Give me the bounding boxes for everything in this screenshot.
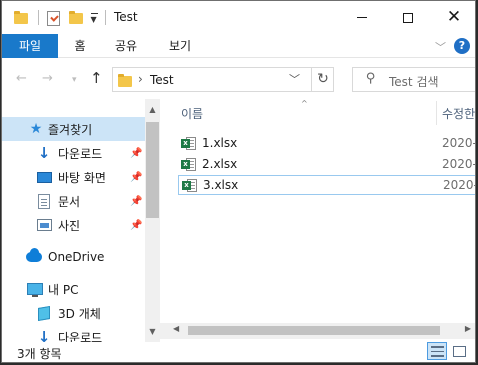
search-placeholder: Test 검색 — [389, 75, 439, 89]
large-icons-view-icon — [452, 345, 466, 357]
close-icon: ✕ — [446, 7, 462, 27]
nav-item-label: 바탕 화면 — [58, 170, 106, 185]
toolbar-divider — [105, 10, 106, 25]
pin-icon: 📌 — [130, 195, 143, 207]
column-divider[interactable] — [436, 101, 437, 125]
maximize-button[interactable] — [385, 1, 431, 34]
3d-objects-icon — [36, 305, 52, 321]
document-icon — [36, 193, 52, 209]
file-list-pane: ^ 이름 수정한 x 1.xlsx 2020- x 2.xlsx 2020- x… — [160, 99, 476, 342]
nav-item-label: OneDrive — [48, 250, 105, 264]
window-title: Test — [114, 10, 138, 24]
nav-item-label: 즐겨찾기 — [48, 122, 93, 137]
navigation-pane: ★ 즐겨찾기 ↓ 다운로드 📌 바탕 화면 📌 문서 📌 사진 📌 OneDri… — [2, 99, 160, 342]
title-bar: ▼ Test ✕ — [2, 1, 475, 34]
desktop-icon — [36, 169, 52, 185]
nav-item-label: 3D 개체 — [58, 306, 101, 321]
file-row[interactable]: x 2.xlsx 2020- — [178, 155, 476, 175]
folder-icon — [12, 9, 30, 27]
nav-item-quick-access[interactable]: ★ 즐겨찾기 — [2, 117, 145, 141]
minimize-icon — [357, 17, 367, 18]
scrollbar-thumb[interactable] — [188, 326, 440, 335]
star-icon: ★ — [29, 121, 43, 137]
nav-item-pictures[interactable]: 사진 📌 — [2, 213, 145, 237]
scroll-up-icon[interactable]: ▲ — [145, 103, 160, 117]
address-history-dropdown-icon[interactable]: ﹀ — [289, 71, 300, 87]
download-icon: ↓ — [37, 328, 51, 342]
forward-button[interactable]: → — [42, 71, 53, 86]
details-view-button[interactable] — [427, 342, 447, 360]
nav-item-label: 다운로드 — [58, 146, 103, 161]
nav-item-onedrive[interactable]: OneDrive — [2, 245, 145, 269]
excel-file-icon: x — [181, 136, 196, 151]
scroll-right-icon[interactable]: ▶ — [465, 324, 471, 333]
pin-icon: 📌 — [130, 147, 143, 159]
ribbon-tabs: 파일 홈 공유 보기 ﹀ ? — [2, 34, 475, 58]
pin-icon: 📌 — [130, 219, 143, 231]
nav-item-label: 문서 — [58, 194, 81, 209]
nav-item-documents[interactable]: 문서 📌 — [2, 189, 145, 213]
help-icon[interactable]: ? — [454, 38, 470, 54]
breadcrumb-test[interactable]: Test — [150, 73, 174, 87]
large-icons-view-button[interactable] — [449, 342, 469, 360]
nav-item-label: 다운로드 — [58, 330, 103, 343]
breadcrumb-separator: › — [138, 72, 143, 86]
details-view-icon — [430, 345, 444, 357]
download-icon: ↓ — [37, 144, 51, 162]
maximize-icon — [403, 12, 413, 23]
tab-view[interactable]: 보기 — [164, 34, 196, 58]
up-button[interactable]: ↑ — [90, 69, 103, 87]
tab-home[interactable]: 홈 — [64, 34, 96, 58]
nav-item-downloads-pc[interactable]: ↓ 다운로드 — [2, 325, 145, 342]
column-header-modified[interactable]: 수정한 — [442, 103, 475, 125]
address-bar[interactable]: › Test ﹀ ↻ — [112, 67, 334, 92]
tab-file[interactable]: 파일 — [2, 34, 58, 58]
nav-item-this-pc[interactable]: 내 PC — [2, 277, 145, 301]
file-name: 2.xlsx — [202, 157, 238, 171]
refresh-button[interactable]: ↻ — [311, 68, 334, 91]
excel-file-icon: x — [181, 157, 196, 172]
onedrive-icon — [26, 248, 42, 265]
nav-item-3d-objects[interactable]: 3D 개체 — [2, 301, 145, 325]
scroll-left-icon[interactable]: ◀ — [173, 324, 179, 333]
file-name: 3.xlsx — [203, 178, 239, 192]
search-icon: ⚲ — [366, 71, 376, 86]
tab-share[interactable]: 공유 — [110, 34, 142, 58]
nav-pane-scrollbar[interactable]: ▲ ▼ — [145, 99, 160, 342]
search-box[interactable]: ⚲ Test 검색 — [352, 67, 475, 92]
file-modified: 2020- — [443, 178, 476, 192]
pictures-icon — [36, 217, 52, 233]
file-modified: 2020- — [442, 157, 476, 171]
nav-item-label: 내 PC — [48, 282, 79, 297]
file-row[interactable]: x 3.xlsx 2020- — [178, 175, 476, 195]
scrollbar-thumb[interactable] — [146, 122, 159, 218]
file-explorer-window: ▼ Test ✕ 파일 홈 공유 보기 ﹀ ? ← → ▾ ↑ › Test ﹀… — [1, 0, 476, 363]
new-folder-icon[interactable] — [67, 9, 85, 27]
properties-icon[interactable] — [44, 9, 62, 27]
scroll-down-icon[interactable]: ▼ — [145, 325, 160, 339]
expand-ribbon-icon[interactable]: ﹀ — [435, 39, 446, 55]
customize-quick-access-icon[interactable]: ▼ — [88, 9, 100, 27]
file-row[interactable]: x 1.xlsx 2020- — [178, 134, 476, 154]
close-button[interactable]: ✕ — [431, 1, 475, 34]
item-count: 3개 항목 — [17, 347, 62, 361]
column-header-name[interactable]: 이름 — [181, 103, 203, 125]
file-name: 1.xlsx — [202, 136, 238, 150]
pin-icon: 📌 — [130, 171, 143, 183]
address-row: ← → ▾ ↑ › Test ﹀ ↻ ⚲ Test 검색 — [2, 59, 475, 99]
nav-item-downloads[interactable]: ↓ 다운로드 📌 — [2, 141, 145, 165]
minimize-button[interactable] — [339, 1, 385, 34]
folder-icon — [118, 74, 132, 87]
file-modified: 2020- — [442, 136, 476, 150]
sort-ascending-icon: ^ — [301, 99, 308, 108]
nav-item-label: 사진 — [58, 218, 81, 233]
toolbar-divider — [38, 10, 39, 25]
file-list-horizontal-scrollbar[interactable]: ◀ ▶ — [160, 323, 475, 339]
excel-file-icon: x — [182, 178, 197, 193]
back-button[interactable]: ← — [16, 71, 27, 86]
recent-locations-button[interactable]: ▾ — [72, 75, 77, 85]
status-bar: 3개 항목 — [2, 342, 475, 362]
this-pc-icon — [27, 281, 43, 297]
nav-item-desktop[interactable]: 바탕 화면 📌 — [2, 165, 145, 189]
